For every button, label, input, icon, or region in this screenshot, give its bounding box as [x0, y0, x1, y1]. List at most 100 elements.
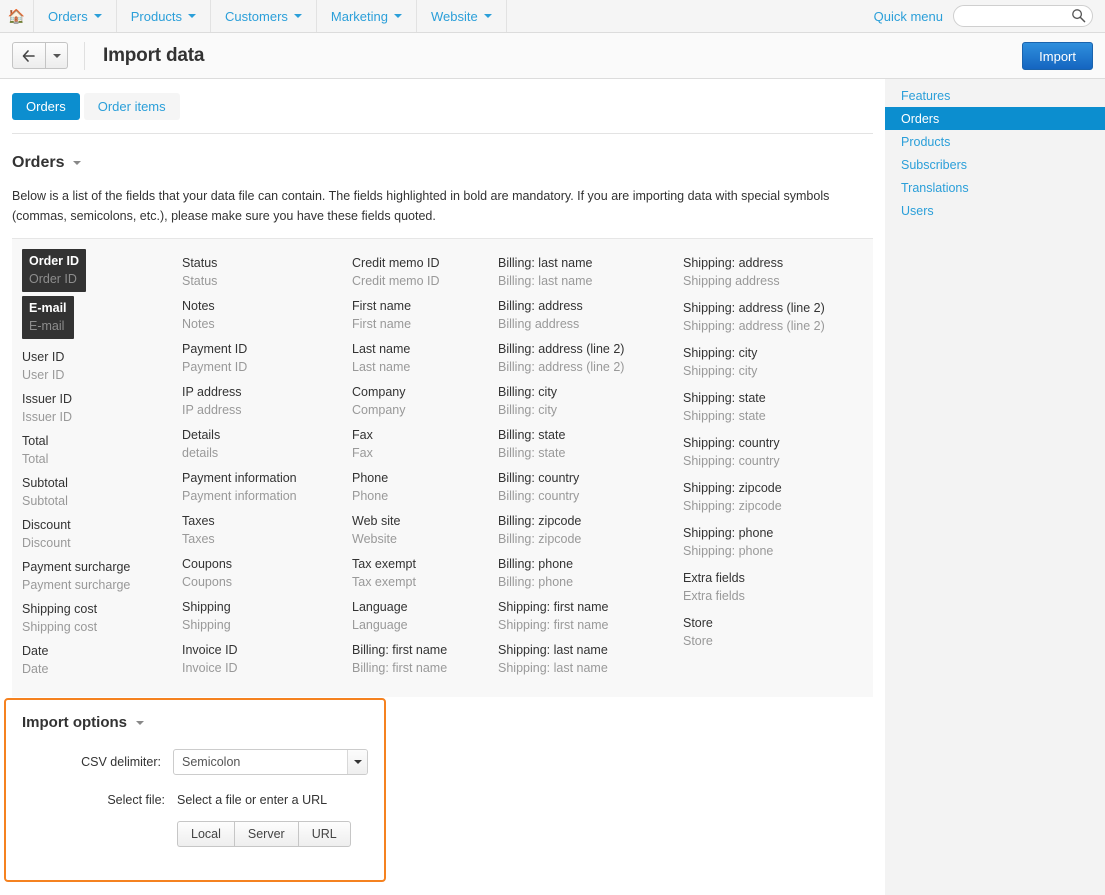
field-entry-mandatory: E-mail E-mail: [22, 296, 74, 339]
field-entry: Discount Discount: [22, 511, 182, 553]
field-subtitle: Invoice ID: [182, 661, 238, 675]
nav-item-website[interactable]: Website: [417, 0, 507, 32]
select-file-value: Select a file or enter a URL: [177, 793, 328, 807]
field-title: Language: [352, 600, 408, 614]
field-subtitle: Total: [22, 452, 49, 466]
field-title: Shipping: city: [683, 346, 758, 360]
chevron-down-icon: [188, 14, 197, 18]
tab-order-items[interactable]: Order items: [83, 93, 180, 120]
page-header: Import data Import: [0, 33, 1105, 79]
nav-item-marketing[interactable]: Marketing: [317, 0, 417, 32]
field-title: Billing: state: [498, 428, 566, 442]
file-source-server-button[interactable]: Server: [233, 821, 298, 847]
field-title: Order ID: [29, 254, 80, 268]
back-button[interactable]: [12, 42, 46, 69]
field-entry: Payment ID Payment ID: [182, 335, 352, 378]
field-title: Last name: [352, 342, 411, 356]
sidebar-item-users[interactable]: Users: [885, 199, 1105, 222]
field-subtitle: Billing: zipcode: [498, 532, 582, 546]
field-entry: Status Status: [182, 249, 352, 292]
csv-delimiter-select[interactable]: Semicolon: [173, 749, 368, 775]
field-subtitle: Shipping cost: [22, 620, 98, 634]
field-entry: Invoice ID Invoice ID: [182, 636, 352, 679]
file-source-url-button[interactable]: URL: [297, 821, 351, 847]
field-subtitle: Coupons: [182, 575, 233, 589]
field-subtitle: Discount: [22, 536, 71, 550]
field-title: Coupons: [182, 557, 233, 571]
field-subtitle: Shipping: state: [683, 409, 766, 423]
field-title: Invoice ID: [182, 643, 238, 657]
fields-column-2: Status Status Notes Notes Payment ID Payment …: [182, 249, 352, 679]
field-title: Web site: [352, 514, 401, 528]
field-subtitle: Shipping: [182, 618, 231, 632]
import-options-title: Import options: [22, 714, 127, 731]
field-entry: Shipping: phone Shipping: phone: [683, 519, 863, 564]
field-entry: Payment surcharge Payment surcharge: [22, 553, 182, 595]
field-title: First name: [352, 299, 412, 313]
field-entry: Last name Last name: [352, 335, 498, 378]
search-icon[interactable]: [1071, 8, 1086, 23]
field-subtitle: Website: [352, 532, 397, 546]
field-title: Subtotal: [22, 476, 68, 490]
search-box: [953, 5, 1093, 27]
page-title: Import data: [103, 44, 205, 66]
field-subtitle: Company: [352, 403, 406, 417]
field-subtitle: Issuer ID: [22, 410, 73, 424]
quick-menu-link[interactable]: Quick menu: [874, 9, 943, 24]
field-subtitle: Language: [352, 618, 408, 632]
field-title: Shipping: address (line 2): [683, 301, 825, 315]
field-title: Fax: [352, 428, 373, 442]
field-title: Total: [22, 434, 49, 448]
field-entry: Shipping Shipping: [182, 593, 352, 636]
field-subtitle: Shipping: last name: [498, 661, 608, 675]
sidebar-item-products[interactable]: Products: [885, 130, 1105, 153]
field-title: Billing: country: [498, 471, 580, 485]
nav-item-customers[interactable]: Customers: [211, 0, 317, 32]
file-source-button-group: Local Server URL: [22, 821, 368, 847]
field-entry: User ID User ID: [22, 343, 182, 385]
right-sidebar: Features Orders Products Subscribers Transla…: [885, 79, 1105, 895]
nav-item-orders[interactable]: Orders: [34, 0, 117, 32]
home-nav-button[interactable]: 🏠: [0, 0, 34, 32]
field-entry: Billing: address Billing address: [498, 292, 683, 335]
field-title: Taxes: [182, 514, 215, 528]
field-title: Billing: address (line 2): [498, 342, 625, 356]
section-collapse-chevron-icon[interactable]: [73, 161, 82, 165]
field-entry: Total Total: [22, 427, 182, 469]
back-history-dropdown-button[interactable]: [46, 42, 68, 69]
nav-item-products[interactable]: Products: [117, 0, 212, 32]
field-entry: Shipping cost Shipping cost: [22, 595, 182, 637]
tab-orders[interactable]: Orders: [12, 93, 80, 120]
nav-item-label: Customers: [225, 8, 288, 24]
import-options-collapse-chevron-icon[interactable]: [136, 720, 144, 725]
main-content: Orders Order items Orders Below is a lis…: [0, 79, 885, 895]
field-subtitle: Shipping: zipcode: [683, 499, 782, 513]
field-title: Company: [352, 385, 406, 399]
field-entry: Taxes Taxes: [182, 507, 352, 550]
import-button[interactable]: Import: [1022, 42, 1093, 70]
field-title: E-mail: [29, 301, 67, 315]
field-title: Shipping: address: [683, 256, 784, 270]
sidebar-item-translations[interactable]: Translations: [885, 176, 1105, 199]
field-title: Extra fields: [683, 571, 745, 585]
field-subtitle: Shipping: city: [683, 364, 758, 378]
field-entry: Notes Notes: [182, 292, 352, 335]
field-subtitle: Billing address: [498, 317, 580, 331]
select-file-label: Select file:: [107, 793, 165, 807]
field-title: Shipping: first name: [498, 600, 609, 614]
section-header: Orders: [12, 154, 873, 172]
sidebar-item-subscribers[interactable]: Subscribers: [885, 153, 1105, 176]
field-title: Shipping: [182, 600, 231, 614]
field-subtitle: First name: [352, 317, 412, 331]
field-entry: Subtotal Subtotal: [22, 469, 182, 511]
field-title: Billing: last name: [498, 256, 593, 270]
field-entry: Language Language: [352, 593, 498, 636]
field-entry: Tax exempt Tax exempt: [352, 550, 498, 593]
sidebar-item-label: Features: [901, 88, 951, 103]
file-source-local-button[interactable]: Local: [177, 821, 234, 847]
field-title: Billing: address: [498, 299, 583, 313]
sidebar-item-orders[interactable]: Orders: [885, 107, 1105, 130]
sidebar-item-features[interactable]: Features: [885, 84, 1105, 107]
field-subtitle: Shipping: country: [683, 454, 780, 468]
field-subtitle: Phone: [352, 489, 389, 503]
